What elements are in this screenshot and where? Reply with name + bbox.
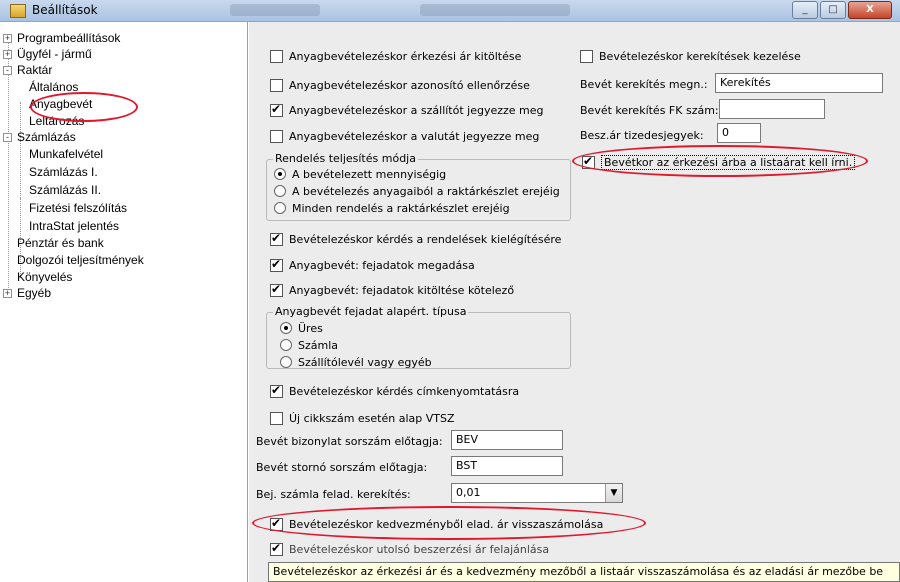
radio-button[interactable] (274, 185, 286, 197)
check-azonosito[interactable]: Anyagbevételezéskor azonosító ellenőrzés… (270, 76, 530, 94)
radio-ures[interactable]: Üres (280, 319, 323, 337)
invoice-round-label: Bej. számla felad. kerekítés: (256, 488, 411, 501)
check-cimkenyomtatas[interactable]: Bevételezéskor kérdés címkenyomtatásra (270, 382, 519, 400)
checkbox[interactable] (270, 282, 283, 297)
tree-item-ugyfel-jarmu[interactable]: + Ügyfél - jármű (3, 46, 92, 62)
tree-item-dolgozoi-teljesitmenyek[interactable]: Dolgozói teljesítmények (17, 252, 144, 268)
checkbox[interactable] (270, 541, 283, 556)
tree-item-fizetesi-felszolitas[interactable]: Fizetési felszólítás (29, 200, 127, 216)
check-fejadatok-megadasa[interactable]: Anyagbevét: fejadatok megadása (270, 256, 475, 274)
tree-item-altalanos[interactable]: Általános (29, 79, 78, 95)
tree-item-munkafelvetel[interactable]: Munkafelvétel (29, 146, 103, 162)
kerekites-megn-label: Bevét kerekítés megn.: (580, 78, 708, 91)
blurred-area (420, 4, 570, 16)
checkbox[interactable] (270, 383, 283, 398)
tree-item-intrastat[interactable]: IntraStat jelentés (29, 218, 119, 234)
storno-input[interactable]: BST (451, 456, 563, 476)
radio-button[interactable] (280, 356, 292, 368)
check-utolso-beszerzesi[interactable]: Bevételezéskor utolsó beszerzési ár fela… (270, 540, 549, 558)
radio-minden-rendeles[interactable]: Minden rendelés a raktárkészlet erejéig (274, 199, 510, 217)
blurred-area (230, 4, 320, 16)
radio-button[interactable] (274, 202, 286, 214)
expand-icon[interactable]: + (3, 50, 12, 59)
tree-item-programbeallitasok[interactable]: + Programbeállítások (3, 30, 120, 46)
checkbox[interactable] (270, 78, 283, 92)
checkbox[interactable] (270, 231, 283, 246)
check-kedvezmeny[interactable]: Bevételezéskor kedvezményből elad. ár vi… (270, 515, 603, 533)
tooltip: Bevételezéskor az érkezési ár és a kedve… (268, 562, 900, 582)
minimize-button[interactable]: _ (792, 1, 818, 19)
check-fejadatok-kotelezo[interactable]: Anyagbevét: fejadatok kitöltése kötelező (270, 281, 514, 299)
collapse-icon[interactable]: - (3, 133, 12, 142)
check-listaar[interactable]: Bevétkor az érkezési árba a listaárat ke… (582, 153, 856, 171)
check-szallito[interactable]: Anyagbevételezéskor a szállítót jegyezze… (270, 101, 544, 119)
radio-szamla[interactable]: Számla (280, 336, 338, 354)
radio-button[interactable] (274, 168, 286, 180)
settings-tree: + Programbeállítások + Ügyfél - jármű - … (0, 22, 248, 582)
app-icon (10, 4, 26, 18)
kerekites-megn-input[interactable]: Kerekítés (715, 73, 883, 93)
window-title: Beállítások (32, 3, 98, 17)
checkbox[interactable] (580, 49, 593, 63)
tree-item-penztar-bank[interactable]: Pénztár és bank (17, 235, 104, 251)
close-button[interactable]: X (848, 1, 892, 19)
tree-item-leltarozas[interactable]: Leltározás (29, 113, 84, 129)
radio-button[interactable] (280, 339, 292, 351)
check-alap-vtsz[interactable]: Új cikkszám esetén alap VTSZ (270, 409, 455, 427)
checkbox[interactable] (270, 129, 283, 143)
check-valuta[interactable]: Anyagbevételezéskor a valutát jegyezze m… (270, 127, 539, 145)
expand-icon[interactable]: + (3, 34, 12, 43)
checkbox[interactable] (270, 516, 283, 531)
tizedesjegyek-label: Besz.ár tizedesjegyek: (580, 129, 704, 142)
checkbox[interactable] (270, 102, 283, 117)
tizedesjegyek-input[interactable]: 0 (717, 123, 761, 143)
checkbox[interactable] (270, 257, 283, 272)
storno-label: Bevét stornó sorszám előtagja: (256, 461, 428, 474)
chevron-down-icon[interactable]: ▼ (605, 484, 622, 502)
check-rendelesek-kielegites[interactable]: Bevételezéskor kérdés a rendelések kielé… (270, 230, 561, 248)
prefix-input[interactable]: BEV (451, 430, 563, 450)
settings-panel: Anyagbevételezéskor érkezési ár kitöltés… (249, 22, 900, 582)
checkbox[interactable] (582, 154, 595, 169)
radio-anyagaibol[interactable]: A bevételezés anyagaiból a raktárkészlet… (274, 182, 560, 200)
title-bar: Beállítások _ □ X (0, 0, 900, 22)
expand-icon[interactable]: + (3, 289, 12, 298)
check-kerekitesek[interactable]: Bevételezéskor kerekítések kezelése (580, 47, 801, 65)
radio-button[interactable] (280, 322, 292, 334)
checkbox[interactable] (270, 411, 283, 425)
radio-bevetelezett-mennyiseg[interactable]: A bevételezett mennyiségig (274, 165, 446, 183)
check-erkezesi-ar[interactable]: Anyagbevételezéskor érkezési ár kitöltés… (270, 47, 521, 65)
tree-item-egyeb[interactable]: + Egyéb (3, 285, 51, 301)
checkbox[interactable] (270, 49, 283, 63)
tree-item-szamlazas-2[interactable]: Számlázás II. (29, 182, 101, 198)
collapse-icon[interactable]: - (3, 66, 12, 75)
tree-item-szamlazas-1[interactable]: Számlázás I. (29, 164, 98, 180)
tree-item-anyagbevet[interactable]: Anyagbevét (29, 96, 92, 112)
tree-item-szamlazas[interactable]: - Számlázás (3, 129, 76, 145)
radio-szallitolevel[interactable]: Szállítólevél vagy egyéb (280, 353, 432, 371)
tree-item-konyveles[interactable]: Könyvelés (17, 269, 72, 285)
prefix-label: Bevét bizonylat sorszám előtagja: (256, 435, 443, 448)
kerekites-fk-label: Bevét kerekítés FK szám: (580, 104, 719, 117)
kerekites-fk-input[interactable] (719, 99, 825, 119)
invoice-round-select[interactable]: 0,01 ▼ (451, 483, 623, 503)
tree-item-raktar[interactable]: - Raktár (3, 62, 52, 78)
maximize-button[interactable]: □ (820, 1, 846, 19)
